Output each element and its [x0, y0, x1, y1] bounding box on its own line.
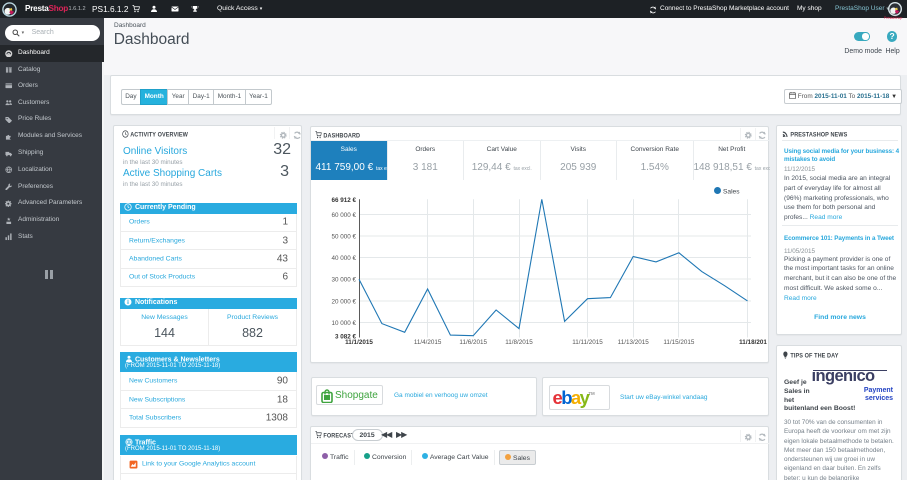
svg-text:30 000 €: 30 000 €	[331, 277, 356, 284]
svg-text:66 912 €: 66 912 €	[331, 197, 356, 204]
svg-text:50 000 €: 50 000 €	[331, 233, 356, 240]
svg-text:11/18/201: 11/18/201	[739, 339, 767, 346]
svg-text:40 000 €: 40 000 €	[331, 255, 356, 262]
svg-text:60 000 €: 60 000 €	[331, 212, 356, 219]
svg-text:11/11/2015: 11/11/2015	[572, 339, 603, 346]
svg-text:11/4/2015: 11/4/2015	[414, 339, 442, 346]
svg-text:11/13/2015: 11/13/2015	[618, 339, 650, 346]
svg-text:11/8/2015: 11/8/2015	[505, 339, 533, 346]
svg-text:11/1/2015: 11/1/2015	[345, 339, 373, 346]
svg-text:10 000 €: 10 000 €	[331, 320, 356, 327]
svg-text:11/15/2015: 11/15/2015	[663, 339, 695, 346]
svg-text:20 000 €: 20 000 €	[331, 298, 356, 305]
svg-text:11/6/2015: 11/6/2015	[459, 339, 487, 346]
